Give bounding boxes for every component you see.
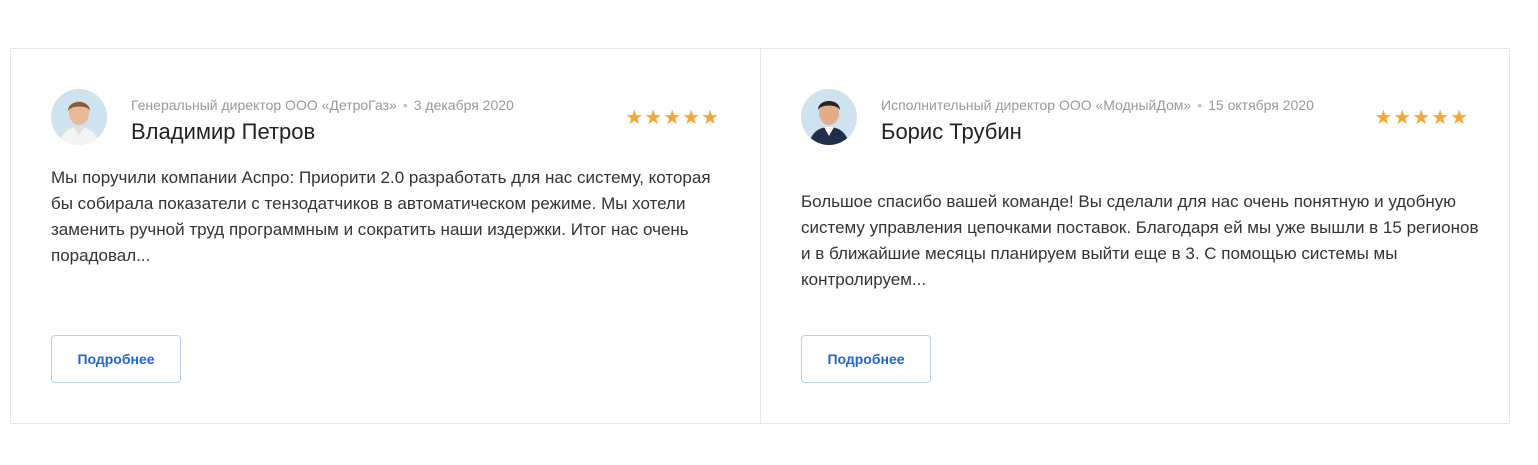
review-date: 3 декабря 2020: [413, 97, 514, 113]
author-position: Генеральный директор ООО «ДетроГаз»: [131, 97, 397, 113]
author-name: Борис Трубин: [881, 119, 1022, 144]
review-card: Исполнительный директор ООО «МодныйДом» •…: [760, 49, 1509, 423]
avatar: [51, 89, 107, 145]
author-name: Владимир Петров: [131, 119, 316, 144]
rating-stars: ★★★★★: [1374, 105, 1469, 129]
review-card: Генеральный директор ООО «ДетроГаз» • 3 де…: [11, 49, 760, 423]
reviews-list: Генеральный директор ООО «ДетроГаз» • 3 де…: [10, 48, 1510, 424]
more-button[interactable]: Подробнее: [51, 335, 181, 383]
review-header: Генеральный директор ООО «ДетроГаз» • 3 де…: [131, 93, 611, 146]
review-header: Исполнительный директор ООО «МодныйДом» •…: [881, 93, 1361, 146]
avatar: [801, 89, 857, 145]
rating-stars: ★★★★★: [625, 105, 720, 129]
author-position: Исполнительный директор ООО «МодныйДом»: [881, 97, 1192, 113]
review-text: Большое спасибо вашей команде! Вы сделал…: [801, 192, 1479, 289]
review-meta: Исполнительный директор ООО «МодныйДом» •…: [881, 93, 1361, 118]
more-button[interactable]: Подробнее: [801, 335, 931, 383]
review-text: Мы поручили компании Аспро: Приорити 2.0…: [51, 168, 711, 265]
meta-separator: •: [1197, 97, 1203, 113]
review-date: 15 октября 2020: [1208, 97, 1314, 113]
meta-separator: •: [402, 97, 408, 113]
review-meta: Генеральный директор ООО «ДетроГаз» • 3 де…: [131, 93, 611, 118]
